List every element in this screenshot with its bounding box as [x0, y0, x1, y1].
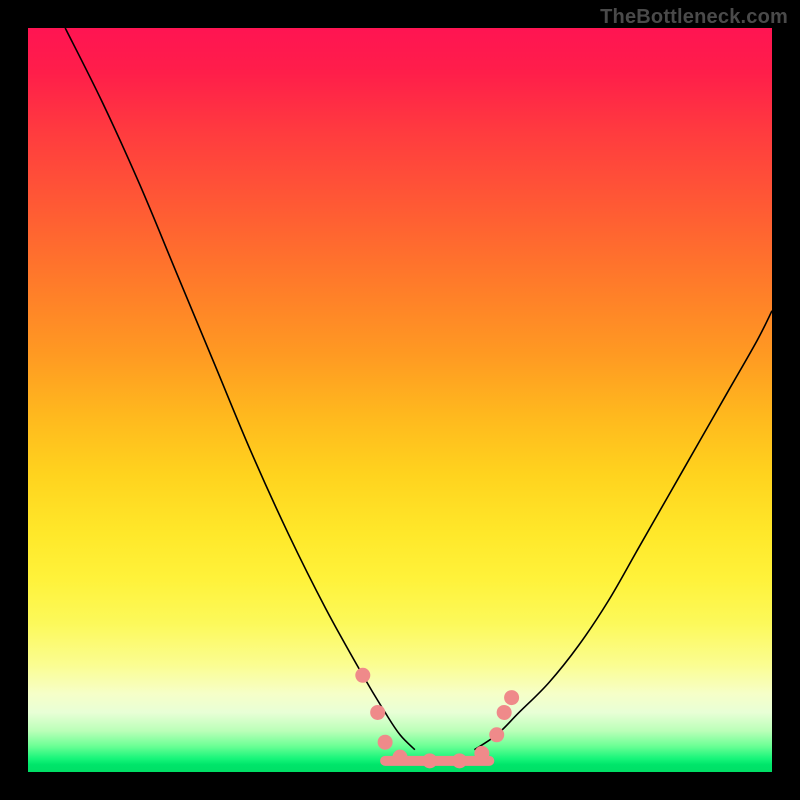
left-curve: [65, 28, 415, 750]
plot-area: [28, 28, 772, 772]
chart-frame: TheBottleneck.com: [0, 0, 800, 800]
optimal-marker: [452, 753, 467, 768]
optimal-marker: [393, 750, 408, 765]
optimal-marker: [474, 746, 489, 761]
optimal-marker: [504, 690, 519, 705]
optimal-marker: [489, 727, 504, 742]
optimal-markers: [355, 668, 519, 769]
optimal-marker: [422, 753, 437, 768]
optimal-marker: [378, 735, 393, 750]
curve-layer: [28, 28, 772, 772]
watermark-text: TheBottleneck.com: [600, 6, 788, 29]
optimal-marker: [370, 705, 385, 720]
right-curve: [474, 311, 772, 750]
optimal-marker: [497, 705, 512, 720]
optimal-marker: [355, 668, 370, 683]
